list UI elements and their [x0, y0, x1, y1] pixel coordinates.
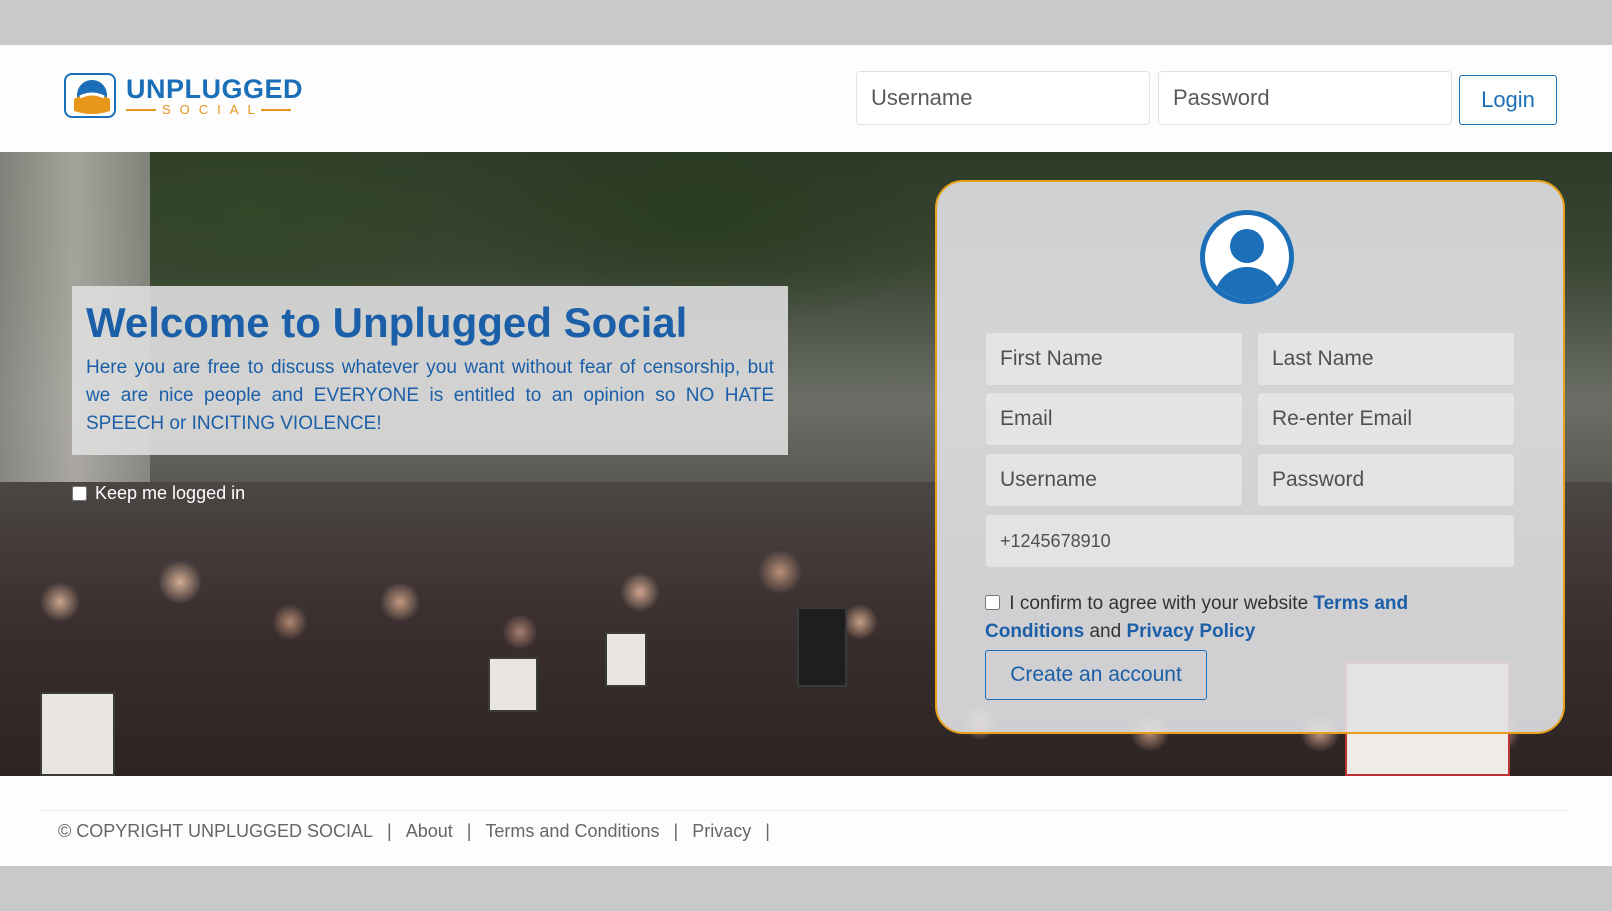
last-name-input[interactable]: [1257, 332, 1515, 386]
keep-logged-in-checkbox[interactable]: [72, 486, 87, 501]
register-username-input[interactable]: [985, 453, 1243, 507]
keep-logged-in-label: Keep me logged in: [95, 483, 246, 503]
background-protest-sign: [797, 607, 847, 687]
user-avatar-icon: [1200, 210, 1294, 304]
terms-and: and: [1089, 621, 1122, 642]
keep-logged-in[interactable]: Keep me logged in: [72, 483, 245, 504]
logo-icon: [64, 73, 116, 118]
logo-rule-right: [260, 108, 291, 111]
footer-link-terms[interactable]: Terms and Conditions: [485, 821, 659, 842]
footer-separator: |: [466, 821, 472, 841]
welcome-message: Here you are free to discuss whatever yo…: [86, 357, 774, 434]
logo-subtitle: SOCIAL: [162, 101, 264, 117]
logo[interactable]: UNPLUGGED SOCIAL: [64, 73, 303, 118]
footer-divider: [40, 810, 1570, 811]
background-protest-sign: [605, 632, 647, 687]
email-input[interactable]: [985, 392, 1243, 446]
footer-links: © COPYRIGHT UNPLUGGED SOCIAL | About | T…: [58, 821, 784, 842]
welcome-title: Welcome to Unplugged Social: [86, 299, 688, 346]
privacy-link[interactable]: Privacy Policy: [1126, 621, 1255, 642]
footer-separator: |: [673, 821, 679, 841]
registration-panel: I confirm to agree with your website Ter…: [935, 180, 1565, 734]
header-username-input[interactable]: [856, 71, 1150, 125]
footer-separator: |: [387, 821, 392, 841]
phone-input[interactable]: [985, 514, 1515, 568]
header-password-input[interactable]: [1158, 71, 1452, 125]
background-protest-sign: [40, 692, 115, 776]
terms-prefix: I confirm to agree with your website: [1009, 593, 1309, 614]
site-footer: © COPYRIGHT UNPLUGGED SOCIAL | About | T…: [0, 776, 1612, 866]
terms-agreement: I confirm to agree with your website Ter…: [985, 590, 1485, 646]
site-header: UNPLUGGED SOCIAL Login: [0, 45, 1612, 152]
reenter-email-input[interactable]: [1257, 392, 1515, 446]
login-button[interactable]: Login: [1459, 75, 1557, 125]
footer-separator: |: [765, 821, 770, 841]
first-name-input[interactable]: [985, 332, 1243, 386]
logo-rule-left: [126, 108, 156, 111]
copyright-text: © COPYRIGHT UNPLUGGED SOCIAL: [58, 821, 373, 841]
logo-wordmark: UNPLUGGED: [126, 73, 304, 104]
create-account-button[interactable]: Create an account: [985, 650, 1207, 700]
background-protest-sign: [488, 657, 538, 712]
footer-link-about[interactable]: About: [406, 821, 453, 842]
welcome-box: Welcome to Unplugged Social Here you are…: [72, 286, 788, 455]
terms-checkbox[interactable]: [985, 595, 1000, 610]
register-password-input[interactable]: [1257, 453, 1515, 507]
footer-link-privacy[interactable]: Privacy: [692, 821, 751, 842]
